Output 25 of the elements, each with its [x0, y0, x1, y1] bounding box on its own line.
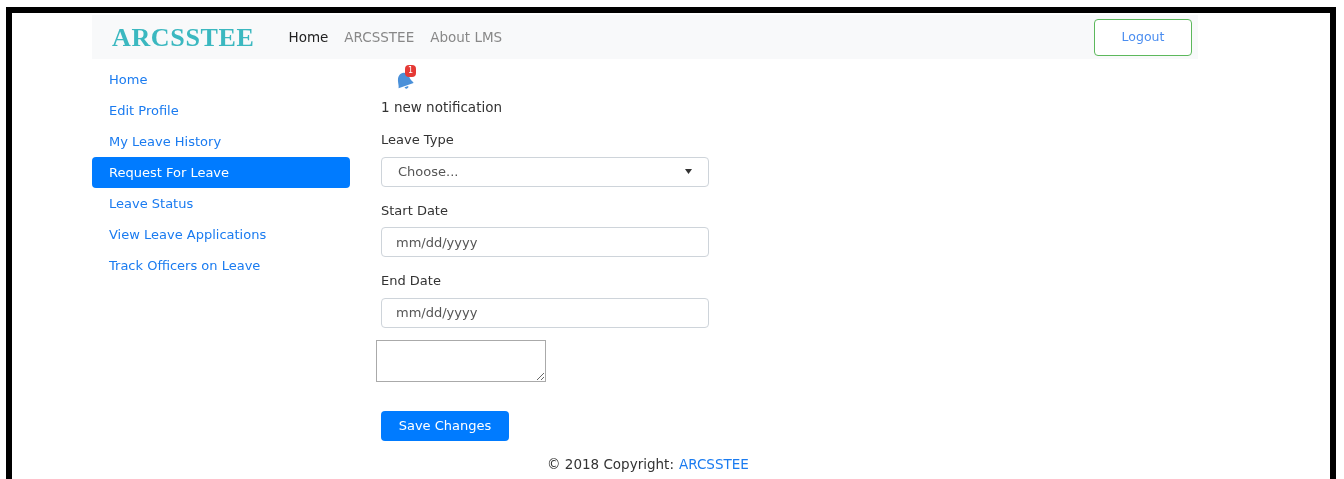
sidebar-item[interactable]: Track Officers on Leave: [92, 250, 350, 281]
sidebar-item[interactable]: Edit Profile: [92, 95, 350, 126]
leave-type-select[interactable]: Choose...: [381, 156, 709, 187]
nav-link[interactable]: ARCSSTEE: [344, 26, 415, 48]
sidebar-item[interactable]: Leave Status: [92, 188, 350, 219]
dropdown-caret-icon: [685, 169, 692, 175]
footer-link[interactable]: ARCSSTEE: [678, 453, 749, 474]
sidebar-item[interactable]: My Leave History: [92, 126, 350, 157]
copyright-text: © 2018 Copyright:: [547, 454, 674, 474]
notification-text: 1 new notification: [381, 98, 503, 117]
start-date-field[interactable]: mm/dd/yyyy: [381, 227, 709, 258]
field-label: Start Date: [381, 201, 449, 220]
field-label: Leave Type: [381, 131, 455, 150]
field-label: End Date: [381, 272, 442, 291]
nav-link[interactable]: Home: [288, 26, 329, 48]
notification-badge: 1: [405, 65, 417, 77]
sidebar-item[interactable]: View Leave Applications: [92, 219, 350, 250]
comment-textarea[interactable]: [376, 339, 546, 382]
save-changes-button[interactable]: Save Changes: [381, 410, 509, 441]
end-date-field[interactable]: mm/dd/yyyy: [381, 297, 709, 328]
logout-button[interactable]: Logout: [1094, 18, 1192, 56]
brand-logo[interactable]: ARCSSTEE: [112, 17, 255, 57]
nav-link[interactable]: About LMS: [430, 26, 503, 48]
sidebar-item[interactable]: Request For Leave: [92, 157, 350, 188]
sidebar-item[interactable]: Home: [92, 64, 350, 95]
